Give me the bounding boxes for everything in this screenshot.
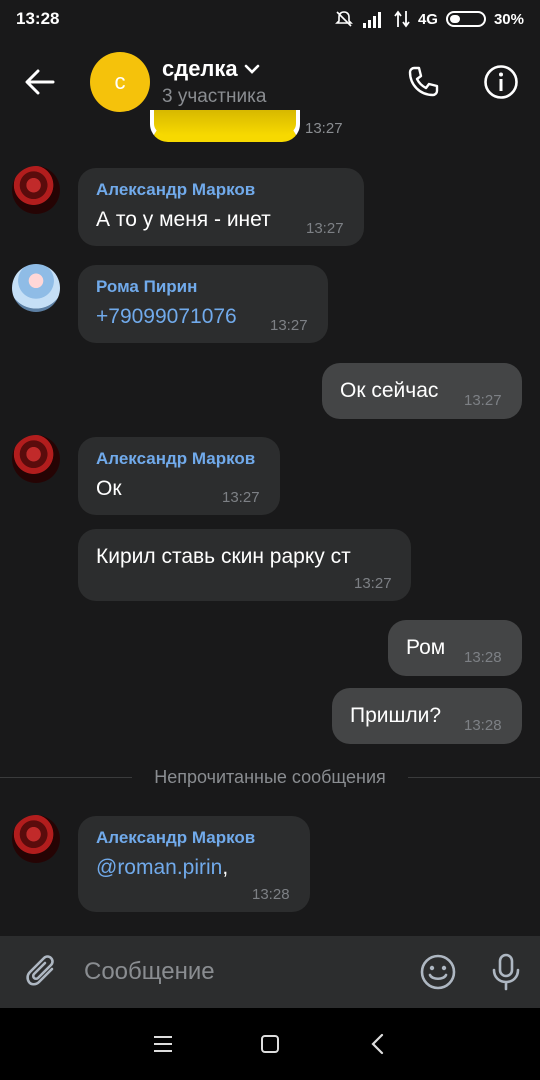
status-time: 13:28 bbox=[16, 9, 60, 28]
emoji-icon bbox=[420, 954, 456, 990]
info-icon bbox=[484, 65, 518, 99]
paperclip-icon bbox=[26, 955, 54, 986]
message-bubble[interactable]: Александр Марков А то у меня - инет 13:2… bbox=[78, 168, 364, 246]
message-text: Ок bbox=[96, 477, 122, 500]
sticker-time: 13:27 bbox=[305, 120, 343, 137]
home-square-icon bbox=[260, 1035, 279, 1053]
mention-link[interactable]: @roman.pirin bbox=[96, 856, 222, 879]
message-sender[interactable]: Александр Марков bbox=[96, 449, 255, 469]
message-time: 13:27 bbox=[222, 489, 260, 506]
signal-icon bbox=[362, 12, 381, 28]
message-time: 13:28 bbox=[252, 886, 290, 903]
message-bubble-outgoing[interactable]: Пришли? 13:28 bbox=[332, 688, 522, 744]
message-time: 13:27 bbox=[306, 220, 344, 237]
recent-apps-button[interactable] bbox=[133, 1014, 193, 1074]
mute-icon bbox=[335, 11, 353, 27]
unread-divider: Непрочитанные сообщения bbox=[0, 765, 540, 789]
back-arrow-icon bbox=[25, 69, 55, 95]
avatar-aleksandr[interactable] bbox=[12, 435, 60, 483]
message-time: 13:28 bbox=[464, 649, 502, 666]
battery-icon bbox=[445, 11, 486, 27]
attach-button[interactable] bbox=[0, 936, 84, 1008]
message-bubble[interactable]: Александр Марков @roman.pirin, 13:28 bbox=[78, 816, 310, 912]
chat-title: сделка bbox=[162, 56, 238, 81]
menu-icon bbox=[154, 1036, 173, 1052]
battery-percent: 30% bbox=[493, 10, 524, 28]
microphone-icon bbox=[492, 953, 520, 991]
message-time: 13:27 bbox=[270, 317, 308, 334]
message-sender[interactable]: Александр Марков bbox=[96, 180, 255, 200]
message-bubble-outgoing[interactable]: Ок сейчас 13:27 bbox=[322, 363, 522, 419]
back-chevron-icon bbox=[371, 1033, 383, 1055]
message-bubble[interactable]: Рома Пирин +79099071076 13:27 bbox=[78, 265, 328, 343]
emoji-button[interactable] bbox=[404, 936, 472, 1008]
data-transfer-icon bbox=[394, 10, 410, 28]
call-button[interactable] bbox=[384, 42, 462, 122]
back-button[interactable] bbox=[0, 42, 80, 122]
chat-subtitle: 3 участника bbox=[162, 86, 267, 107]
message-sender[interactable]: Александр Марков bbox=[96, 828, 255, 848]
message-text: А то у меня - инет bbox=[96, 208, 271, 231]
message-composer: Сообщение bbox=[0, 936, 540, 1008]
home-button[interactable] bbox=[240, 1014, 300, 1074]
phone-link[interactable]: +79099071076 bbox=[96, 305, 237, 329]
chevron-down-icon bbox=[244, 64, 259, 74]
chat-info[interactable]: сделка 3 участника bbox=[162, 56, 384, 108]
message-input[interactable]: Сообщение bbox=[84, 958, 404, 986]
avatar-aleksandr[interactable] bbox=[12, 166, 60, 214]
status-bar: 13:28 4G 30% bbox=[0, 0, 540, 38]
unread-divider-label: Непрочитанные сообщения bbox=[154, 766, 386, 787]
info-button[interactable] bbox=[462, 42, 540, 122]
message-time: 13:27 bbox=[464, 392, 502, 409]
message-bubble[interactable]: Александр Марков Ок 13:27 bbox=[78, 437, 280, 515]
message-time: 13:28 bbox=[464, 717, 502, 734]
message-text: Пришли? bbox=[350, 704, 442, 727]
network-type: 4G bbox=[417, 10, 438, 28]
message-bubble-outgoing[interactable]: Ром 13:28 bbox=[388, 620, 522, 676]
phone-icon bbox=[408, 66, 439, 97]
avatar-aleksandr[interactable] bbox=[12, 815, 60, 863]
message-bubble[interactable]: Кирил ставь скин рарку ст 13:27 bbox=[78, 529, 411, 601]
system-navigation-bar bbox=[0, 1008, 540, 1080]
avatar-roma[interactable] bbox=[12, 264, 60, 312]
chat-avatar[interactable]: с bbox=[90, 52, 150, 112]
message-text: Ок сейчас bbox=[340, 379, 439, 402]
message-text: Ром bbox=[406, 636, 446, 659]
message-time: 13:27 bbox=[354, 575, 392, 592]
system-back-button[interactable] bbox=[347, 1014, 407, 1074]
message-text: Кирил ставь скин рарку ст bbox=[96, 545, 351, 568]
message-text-suffix: , bbox=[222, 856, 229, 879]
battery-fill bbox=[449, 15, 460, 23]
voice-button[interactable] bbox=[472, 936, 540, 1008]
message-sender[interactable]: Рома Пирин bbox=[96, 277, 197, 297]
sticker-image[interactable] bbox=[150, 110, 300, 142]
